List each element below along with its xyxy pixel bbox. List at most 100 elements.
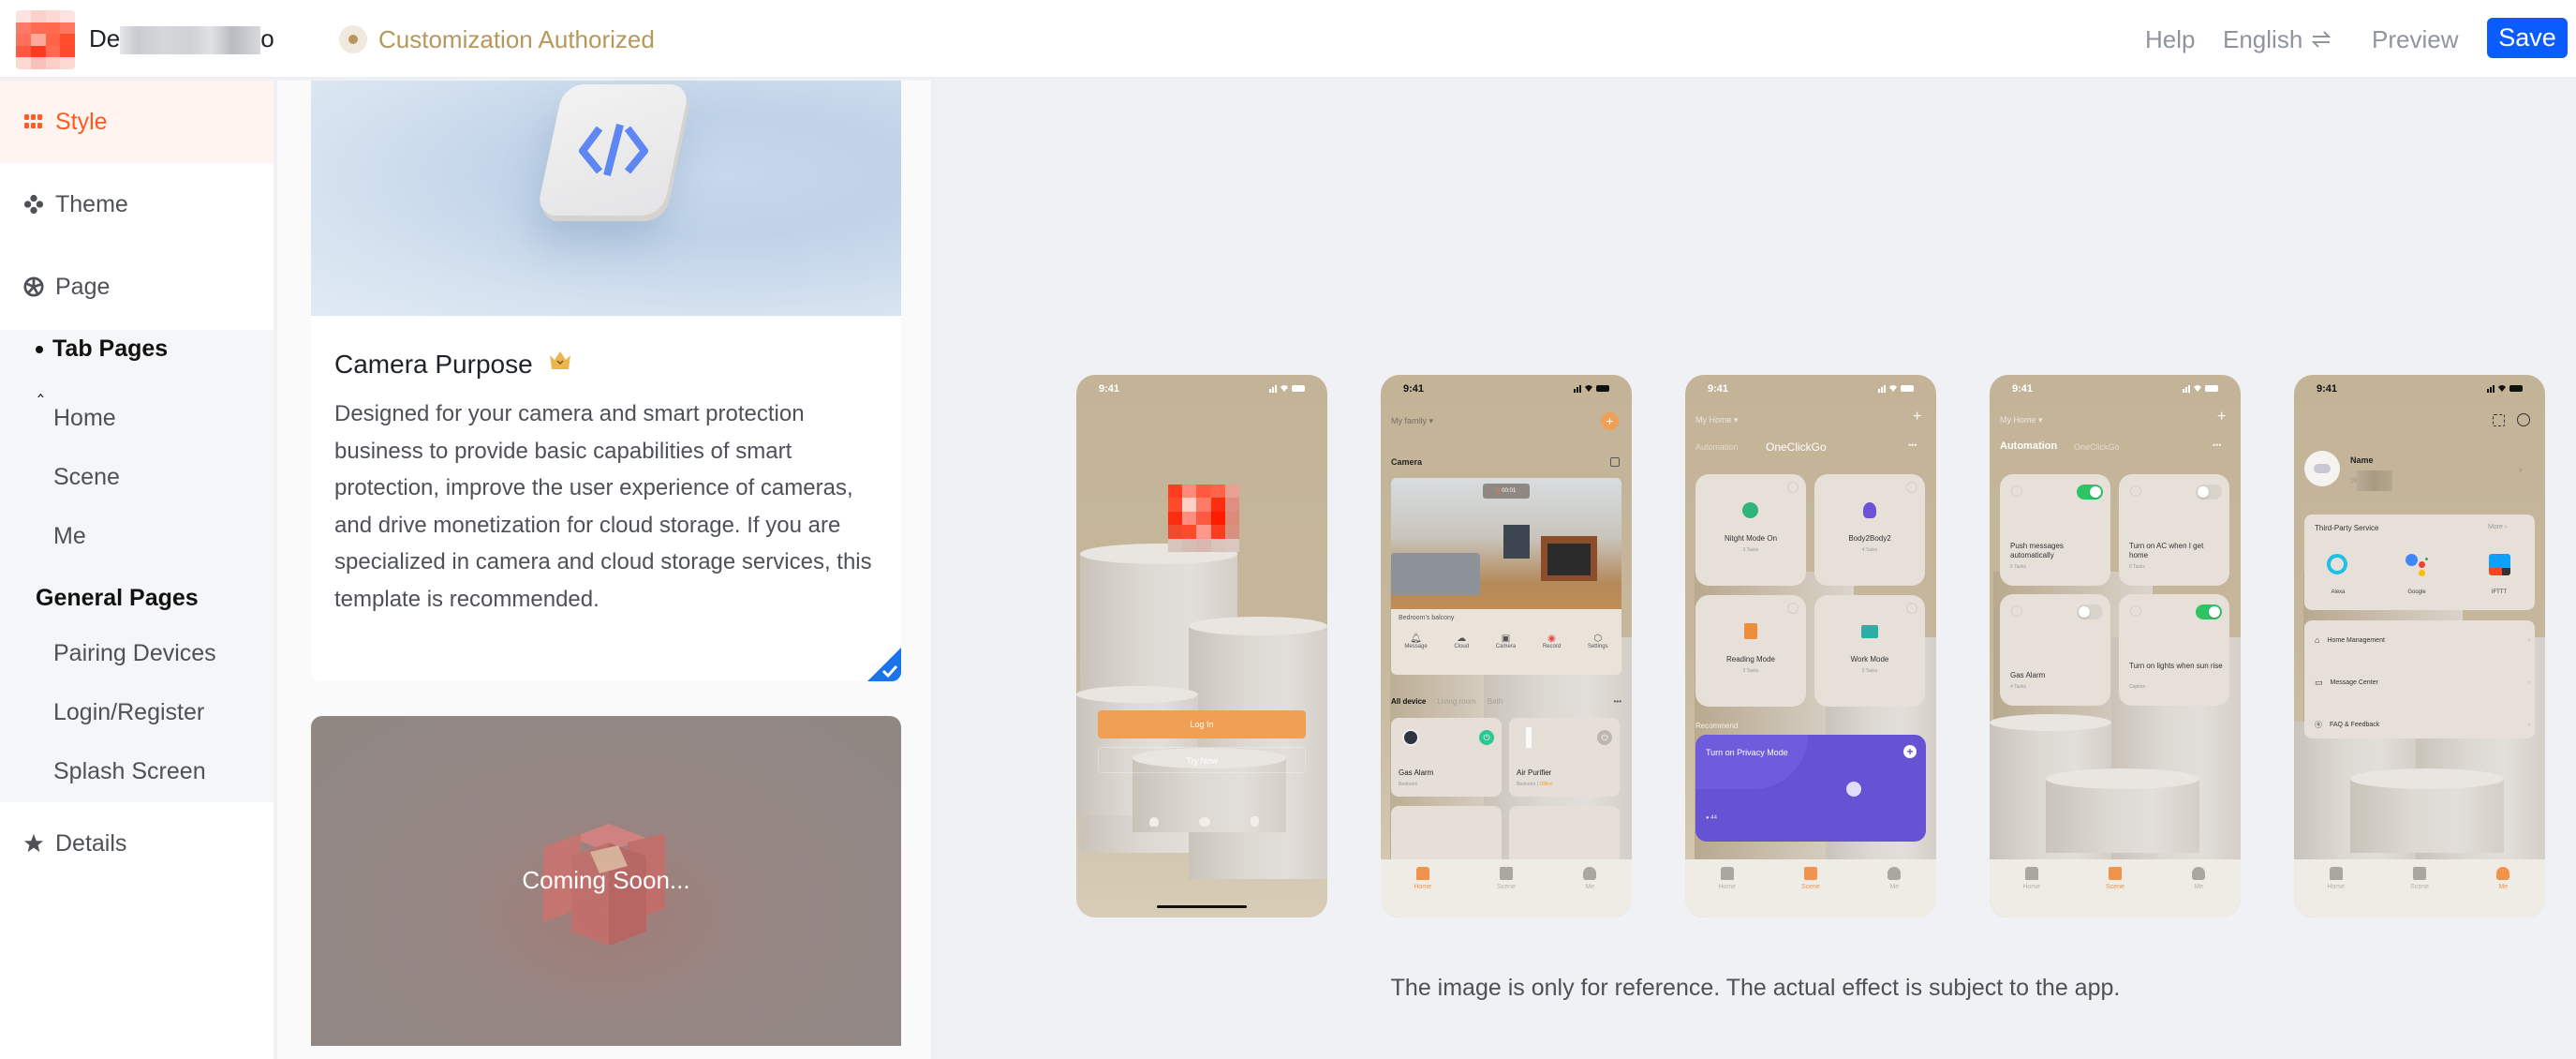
camera-icon: ▣ — [1501, 634, 1511, 644]
more-icon — [1787, 482, 1799, 493]
user-icon — [2192, 867, 2206, 880]
tab-home: Home — [2308, 867, 2364, 917]
room-tabs: All device Living room Bath ••• — [1391, 697, 1621, 706]
more-icon — [1906, 482, 1917, 493]
home-selector: My Home ▾ — [1695, 415, 1739, 425]
add-icon: + — [1913, 409, 1922, 425]
tab-scene: Scene — [1783, 867, 1839, 917]
tab-home: Home — [1699, 867, 1755, 917]
home-indicator — [1157, 905, 1247, 908]
signal-wifi-battery-icon — [1878, 383, 1916, 393]
tab-label: Scene — [2106, 884, 2124, 890]
camera-name: Bedroom’s balcony — [1399, 615, 1455, 621]
sidebar-item-theme[interactable]: Theme — [0, 163, 274, 246]
recommend-title: Turn on Privacy Mode — [1706, 748, 1788, 757]
tab-label: Scene — [1497, 884, 1516, 890]
tab-me: Me — [1562, 867, 1618, 917]
chevron-up-icon[interactable]: ‸ — [37, 375, 44, 398]
more-icon — [1906, 603, 1917, 614]
automation-tasks: 6 Tasks — [2129, 564, 2145, 570]
avatar — [2304, 451, 2340, 486]
bell-icon: 🔔︎ — [1410, 634, 1422, 644]
sidebar-subitem-login-register[interactable]: Login/Register — [53, 699, 204, 726]
status-bar: 9:41 — [1685, 375, 1936, 401]
more-icon: ••• — [2213, 440, 2222, 450]
status-time: 9:41 — [2317, 383, 2338, 395]
auto-tab-oneclickgo: OneClickGo — [2074, 442, 2120, 452]
power-on-icon: ⏻ — [1479, 730, 1494, 745]
settings-icon — [2517, 413, 2530, 426]
save-button[interactable]: Save — [2487, 18, 2568, 58]
tab-label: Home — [1414, 884, 1431, 890]
scene-icon — [1499, 867, 1513, 880]
sidebar-subitem-home[interactable]: Home — [53, 405, 116, 432]
more-icon: ••• — [1908, 440, 1917, 450]
scene-tasks: 2 Tasks — [1742, 668, 1759, 674]
cloud-icon: ☁︎ — [1457, 634, 1467, 644]
help-link[interactable]: Help — [2145, 22, 2195, 56]
sidebar-subitem-me[interactable]: Me — [53, 523, 86, 550]
more-icon — [2011, 485, 2022, 497]
sidebar-subitem-splash-screen[interactable]: Splash Screen — [53, 758, 206, 785]
third-party-title: Third-Party Service — [2315, 524, 2379, 532]
more-icon — [2130, 605, 2141, 617]
scene-tasks: 3 Tasks — [1742, 547, 1759, 553]
automation-card: Turn on lights when sun rise Caption — [2119, 594, 2229, 706]
menu-label: FAQ & Feedback — [2330, 722, 2380, 728]
status-time: 9:41 — [2012, 383, 2034, 395]
scene-name: Body2Body2 — [1848, 534, 1891, 543]
code-tile-icon — [536, 84, 690, 216]
bulb-icon — [1863, 502, 1876, 518]
tab-label: Me — [2194, 884, 2204, 890]
tab-pages-heading[interactable]: Tab Pages — [36, 336, 168, 363]
template-card-camera[interactable]: Camera Purpose Designed for your camera … — [311, 81, 901, 681]
scene-name: Nitght Mode On — [1724, 534, 1778, 543]
scan-icon — [2493, 414, 2505, 426]
camera-section-title: Camera — [1391, 457, 1423, 467]
preview-area: 9:41 Log In Try Now 9:41 My family ▾ + C… — [935, 81, 2576, 1059]
automation-name: Gas Alarm — [2010, 671, 2046, 679]
device-card: ⏻ Air Purifier Bedroom | Offline — [1509, 718, 1620, 797]
briefcase-icon — [1861, 625, 1878, 638]
preview-button[interactable]: Preview — [2372, 22, 2458, 56]
tab-label: Scene — [1801, 884, 1820, 890]
automation-tasks: 4 Tasks — [2010, 684, 2026, 690]
tab-me: Me — [1866, 867, 1922, 917]
automation-name: Turn on lights when sun rise — [2129, 662, 2223, 670]
auto-tab-automation: Automation — [2000, 440, 2058, 452]
status-time: 9:41 — [1099, 383, 1120, 395]
language-label: English — [2223, 25, 2303, 53]
sidebar-subitem-pairing-devices[interactable]: Pairing Devices — [53, 640, 216, 667]
language-switcher[interactable]: English — [2223, 22, 2332, 56]
tab-label: Me — [1889, 884, 1900, 890]
tab-label: Home — [2022, 884, 2040, 890]
tab-me: Me — [2170, 867, 2227, 917]
aperture-icon — [23, 276, 44, 297]
app-logo — [16, 10, 75, 69]
automation-name: Push messages automatically — [2010, 542, 2064, 559]
ifttt-icon — [2489, 554, 2510, 575]
app-title-text: De — [89, 24, 121, 52]
crown-icon — [548, 349, 572, 380]
user-id: 19 — [2350, 470, 2392, 491]
menu-label: Message Center — [2330, 679, 2378, 686]
sidebar-item-details[interactable]: Details — [0, 802, 274, 885]
more-icon — [2011, 605, 2022, 617]
question-circle-icon: ⓠ — [2315, 721, 2322, 729]
qq-login-icon — [1149, 817, 1159, 827]
scene-icon — [1803, 867, 1817, 880]
automation-tasks: 6 Tasks — [2010, 564, 2026, 570]
phone-preview-login: 9:41 Log In Try Now — [1076, 375, 1327, 917]
phone-tabbar: Home Scene Me — [2294, 859, 2545, 917]
template-list[interactable]: Camera Purpose Designed for your camera … — [277, 81, 933, 1059]
sidebar-subitem-scene[interactable]: Scene — [53, 464, 120, 491]
template-description: Designed for your camera and smart prote… — [334, 401, 872, 612]
palette-icon — [23, 194, 44, 215]
sidebar-item-style[interactable]: Style — [0, 81, 274, 163]
badge-label: Customization Authorized — [378, 24, 655, 53]
user-icon — [1888, 867, 1902, 880]
signal-wifi-battery-icon — [2487, 383, 2524, 393]
sidebar-item-page[interactable]: Page — [0, 246, 274, 328]
grid-icon — [23, 112, 44, 132]
automation-toggle-on — [2077, 485, 2103, 500]
